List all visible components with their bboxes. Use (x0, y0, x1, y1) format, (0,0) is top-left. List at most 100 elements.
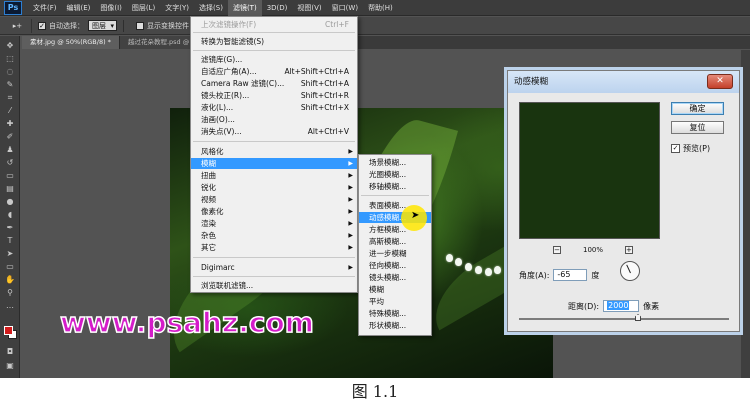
menu-edit[interactable]: 编辑(E) (62, 0, 96, 16)
submenu-item-tilt-shift[interactable]: 移轴模糊... (359, 181, 431, 192)
stamp-tool-icon[interactable]: ♟ (4, 144, 16, 155)
menu-layer[interactable]: 图层(L) (127, 0, 160, 16)
move-icon: ▸+ (12, 21, 23, 30)
preview-checkbox[interactable]: ✓ (671, 144, 680, 153)
submenu-item-iris-blur[interactable]: 光圈模糊... (359, 169, 431, 180)
menu-3d[interactable]: 3D(D) (262, 0, 293, 16)
preview-zoom-controls: − 100% + (553, 245, 633, 255)
menu-item-liquify[interactable]: 液化(L)... Shift+Ctrl+X (191, 102, 357, 113)
eyedropper-tool-icon[interactable]: ⁄ (4, 105, 16, 116)
menu-item-video[interactable]: 视频 ▶ (191, 194, 357, 205)
menu-item-adaptive-wide-angle[interactable]: 自适应广角(A)... Alt+Shift+Ctrl+A (191, 66, 357, 77)
menu-help[interactable]: 帮助(H) (363, 0, 398, 16)
blur-tool-icon[interactable]: ● (4, 196, 16, 207)
distance-slider-handle[interactable] (635, 314, 641, 321)
history-brush-icon[interactable]: ↺ (4, 157, 16, 168)
more-tools-icon[interactable]: … (4, 300, 16, 311)
menu-item-lens-correction[interactable]: 镜头校正(R)... Shift+Ctrl+R (191, 90, 357, 101)
submenu-item-average[interactable]: 平均 (359, 296, 431, 307)
zoom-out-button[interactable]: − (553, 246, 561, 254)
menu-type[interactable]: 文字(Y) (160, 0, 194, 16)
gradient-tool-icon[interactable]: ▤ (4, 183, 16, 194)
brush-tool-icon[interactable]: ✐ (4, 131, 16, 142)
menu-item-sharpen[interactable]: 锐化 ▶ (191, 182, 357, 193)
menu-item-convert-smart-filter[interactable]: 转换为智能滤镜(S) (191, 36, 357, 47)
divider (123, 19, 124, 32)
move-tool-icon[interactable]: ✥ (4, 40, 16, 51)
figure-caption: 图 1.1 (0, 378, 750, 406)
menu-filter[interactable]: 滤镜(T) (227, 0, 262, 16)
hand-tool-icon[interactable]: ✋ (4, 274, 16, 285)
screen-mode-icon[interactable]: ▣ (4, 360, 16, 371)
angle-input[interactable]: -65 (553, 269, 588, 281)
submenu-arrow-icon: ▶ (348, 160, 353, 167)
preview-option: ✓ 预览(P) (671, 143, 710, 154)
ok-button[interactable]: 确定 (671, 102, 724, 115)
ps-logo: Ps (4, 0, 22, 15)
submenu-item-lens-blur[interactable]: 镜头模糊... (359, 272, 431, 283)
menu-separator (193, 50, 355, 51)
auto-select-checkbox[interactable] (38, 21, 46, 30)
menu-item-render[interactable]: 渲染 ▶ (191, 218, 357, 229)
menu-window[interactable]: 窗口(W) (327, 0, 363, 16)
dodge-tool-icon[interactable]: ◖ (4, 209, 16, 220)
menu-item-filter-gallery[interactable]: 滤镜库(G)... (191, 54, 357, 65)
zoom-tool-icon[interactable]: ⚲ (4, 287, 16, 298)
submenu-item-blur-more[interactable]: 进一步模糊 (359, 248, 431, 259)
filter-preview[interactable] (519, 102, 660, 239)
auto-select-dropdown[interactable]: 图层 (88, 20, 117, 32)
type-tool-icon[interactable]: T (4, 235, 16, 246)
menu-image[interactable]: 图像(I) (95, 0, 127, 16)
tab-document-1[interactable]: 素材.jpg @ 50%(RGB/8) * (22, 36, 120, 49)
healing-tool-icon[interactable]: ✚ (4, 118, 16, 129)
pen-tool-icon[interactable]: ✒ (4, 222, 16, 233)
menu-item-other[interactable]: 其它 ▶ (191, 242, 357, 253)
flower (485, 268, 492, 276)
zoom-in-button[interactable]: + (624, 246, 633, 254)
angle-dial[interactable] (620, 261, 640, 281)
menu-item-blur[interactable]: 模糊 ▶ (191, 158, 357, 169)
show-transform-checkbox[interactable] (136, 21, 144, 30)
menu-item-distort[interactable]: 扭曲 ▶ (191, 170, 357, 181)
menu-view[interactable]: 视图(V) (292, 0, 326, 16)
dialog-title: 动感模糊 (508, 71, 739, 93)
crop-tool-icon[interactable]: ⌗ (4, 92, 16, 103)
submenu-item-blur[interactable]: 模糊 (359, 284, 431, 295)
menu-item-pixelate[interactable]: 像素化 ▶ (191, 206, 357, 217)
angle-row: 角度(A): -65 度 (519, 269, 599, 281)
menu-item-vanishing-point[interactable]: 消失点(V)... Alt+Ctrl+V (191, 126, 357, 137)
submenu-item-smart-blur[interactable]: 特殊模糊... (359, 308, 431, 319)
distance-unit: 像素 (643, 301, 660, 311)
auto-select-label: 自动选择： (49, 21, 84, 30)
menu-item-digimarc[interactable]: Digimarc ▶ (191, 262, 357, 273)
preview-label: 预览(P) (683, 144, 711, 153)
distance-input[interactable]: 2000 (603, 300, 640, 312)
menu-file[interactable]: 文件(F) (28, 0, 62, 16)
submenu-item-radial-blur[interactable]: 径向模糊... (359, 260, 431, 271)
menu-select[interactable]: 选择(S) (194, 0, 228, 16)
shape-tool-icon[interactable]: ▭ (4, 261, 16, 272)
distance-slider-track[interactable] (519, 318, 729, 320)
reset-button[interactable]: 复位 (671, 121, 724, 134)
lasso-tool-icon[interactable]: ◌ (4, 66, 16, 77)
menu-item-last-filter[interactable]: 上次滤镜操作(F) Ctrl+F (191, 19, 357, 30)
quick-mask-icon[interactable]: ◘ (4, 346, 16, 357)
path-select-tool-icon[interactable]: ➤ (4, 248, 16, 259)
close-icon[interactable]: ✕ (707, 74, 733, 89)
menu-item-browse-online[interactable]: 浏览联机滤镜... (191, 280, 357, 291)
menu-bar: Ps 文件(F) 编辑(E) 图像(I) 图层(L) 文字(Y) 选择(S) 滤… (0, 0, 750, 16)
submenu-item-gaussian-blur[interactable]: 高斯模糊... (359, 236, 431, 247)
menu-item-camera-raw[interactable]: Camera Raw 滤镜(C)... Shift+Ctrl+A (191, 78, 357, 89)
menu-item-oil-paint[interactable]: 油画(O)... (191, 114, 357, 125)
submenu-item-shape-blur[interactable]: 形状模糊... (359, 320, 431, 331)
move-tool-preset[interactable]: ▸+ (4, 18, 32, 33)
submenu-item-field-blur[interactable]: 场景模糊... (359, 157, 431, 168)
eraser-tool-icon[interactable]: ▭ (4, 170, 16, 181)
quick-select-tool-icon[interactable]: ✎ (4, 79, 16, 90)
flower (475, 266, 482, 274)
menu-item-stylize[interactable]: 风格化 ▶ (191, 146, 357, 157)
menu-item-noise[interactable]: 杂色 ▶ (191, 230, 357, 241)
marquee-tool-icon[interactable]: ⬚ (4, 53, 16, 64)
filter-menu: 上次滤镜操作(F) Ctrl+F 转换为智能滤镜(S) 滤镜库(G)... 自适应… (190, 16, 358, 293)
foreground-color-swatch[interactable] (4, 326, 13, 335)
